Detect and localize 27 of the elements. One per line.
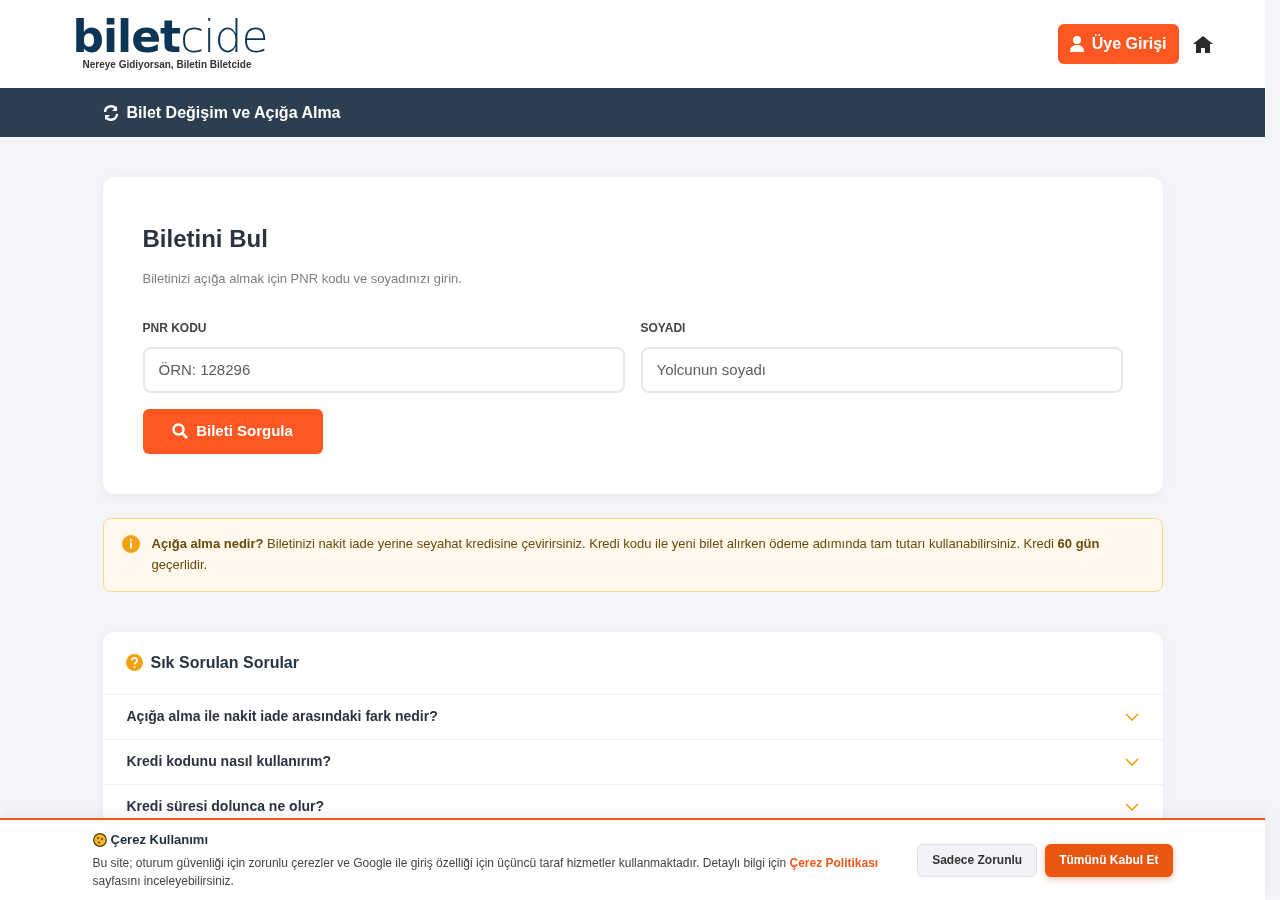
field-label: PNR KODU — [142, 319, 208, 337]
search-icon — [172, 423, 189, 439]
field-label: SOYADI — [640, 319, 687, 337]
cookie-icon — [92, 833, 107, 847]
faq-question: Kredi kodunu nasıl kullanırım? — [126, 752, 332, 771]
page-title: Bilet Değişim ve Açığa Alma — [126, 102, 341, 123]
info-icon — [121, 534, 140, 553]
faq-question: Kredi süresi dolunca ne olur? — [126, 797, 325, 816]
faq-item[interactable]: Açığa alma ile nakit iade arasındaki fark nedir? — [102, 693, 1163, 739]
faq-item[interactable]: Kredi kodunu nasıl kullanırım? — [102, 738, 1163, 784]
logo-text[interactable]: biletcide — [72, 16, 268, 57]
cookie-title: Çerez Kullanımı — [110, 831, 209, 850]
text-field[interactable]: ÖRN: 128296 — [142, 346, 625, 393]
logo-tagline: Nereye Gidiyorsan, Biletin Biletcide — [82, 57, 253, 72]
accept-all-button[interactable]: Tümünü Kabul Et — [1045, 843, 1173, 877]
home-icon[interactable] — [1192, 35, 1213, 53]
cookie-text: Bu site; oturum güvenliği için zorunlu çerezler ve Google ile giriş özelliği için üçüncü taraf hizmetler kullanmaktadır. Detaylı bilgi için Çerez Politikası sayfasını inceleyebilirsiniz. — [92, 854, 880, 890]
refresh-icon — [102, 104, 119, 121]
text-field[interactable]: Yolcunun soyadı — [640, 346, 1123, 393]
necessary-only-button[interactable]: Sadece Zorunlu — [917, 843, 1038, 877]
question-icon — [125, 654, 143, 671]
user-icon — [1069, 36, 1084, 52]
card-title: Biletini Bul — [142, 224, 269, 254]
info-text: Açığa alma nedir? Biletinizi nakit iade yerine seyahat kredisine çevirirsiniz. Kredi kodu ile yeni bilet alırken ödeme adımında tam tutarı kullanabilirsiniz. Kredi 60 gün geçerlidir. — [150, 534, 1101, 574]
card-subtitle: Biletinizi açığa almak için PNR kodu ve soyadınızı girin. — [142, 270, 463, 288]
faq-title: Sık Sorulan Sorular — [150, 652, 299, 673]
faq-question: Açığa alma ile nakit iade arasındaki fark nedir? — [126, 707, 438, 726]
